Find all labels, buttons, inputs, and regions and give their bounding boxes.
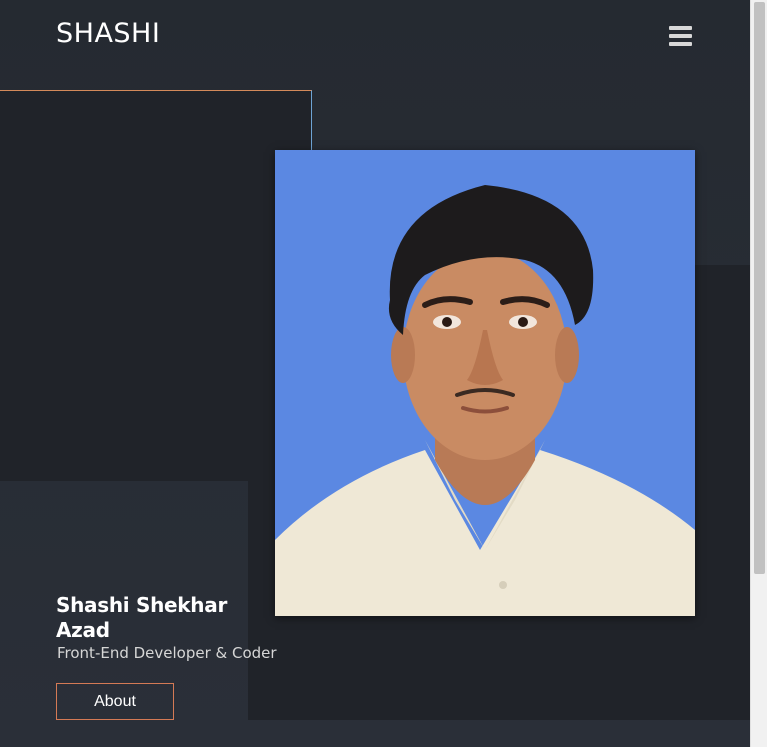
profile-name: Shashi Shekhar Azad	[56, 593, 228, 642]
vertical-scrollbar[interactable]	[750, 0, 767, 747]
scrollbar-thumb[interactable]	[754, 2, 765, 574]
brand-logo[interactable]: SHASHI	[56, 18, 160, 49]
profile-photo	[275, 150, 695, 616]
about-button[interactable]: About	[56, 683, 174, 720]
menu-bar	[669, 26, 692, 30]
profile-role: Front-End Developer & Coder	[57, 644, 277, 662]
hamburger-menu-icon[interactable]	[669, 26, 692, 47]
menu-bar	[669, 34, 692, 38]
menu-bar	[669, 42, 692, 46]
page: SHASHI Shashi Shekhar Azad Front-End Dev…	[0, 0, 767, 747]
